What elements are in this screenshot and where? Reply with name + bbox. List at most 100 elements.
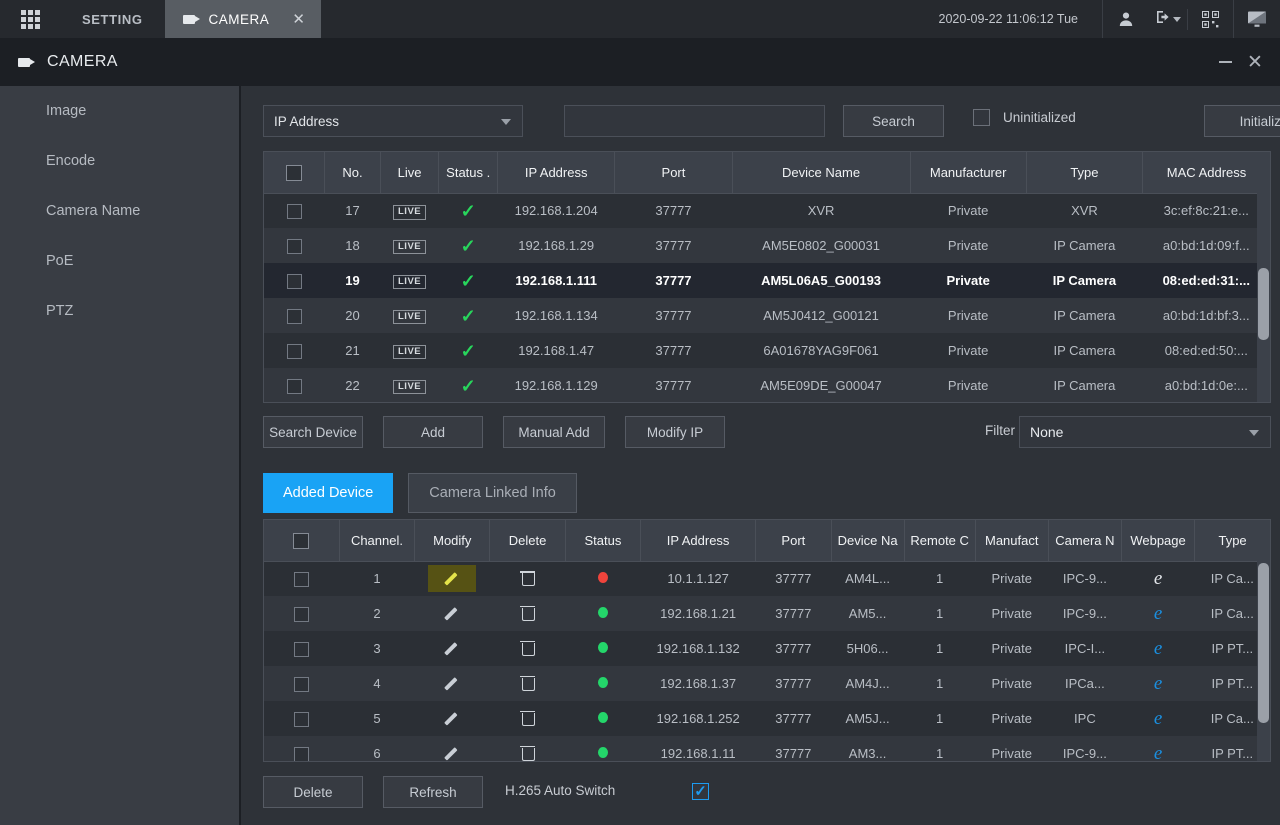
cell-delete[interactable] [489, 596, 566, 631]
cell-live[interactable]: LIVE [380, 368, 439, 402]
h265-auto-switch-checkbox[interactable] [692, 783, 709, 800]
col-no[interactable]: No. [324, 152, 381, 194]
pencil-icon[interactable] [444, 674, 460, 690]
close-window-button[interactable]: ✕ [1240, 38, 1270, 86]
trash-icon[interactable] [520, 710, 536, 726]
cell-live[interactable]: LIVE [380, 333, 439, 368]
col-modify[interactable]: Modify [414, 520, 491, 562]
user-icon[interactable] [1103, 0, 1149, 38]
cell-webpage[interactable]: e [1121, 666, 1195, 701]
uninitialized-checkbox[interactable]: Uninitialized [973, 109, 1076, 126]
row-checkbox-cell[interactable] [264, 333, 325, 368]
sidebar-item-poe[interactable]: PoE [0, 236, 239, 286]
internet-explorer-icon[interactable]: e [1154, 708, 1162, 729]
cell-modify[interactable] [414, 666, 490, 701]
col-remote-channel[interactable]: Remote C [904, 520, 976, 562]
internet-explorer-icon[interactable]: e [1154, 743, 1162, 762]
display-icon[interactable] [1234, 0, 1280, 38]
cell-delete[interactable] [489, 701, 566, 736]
device-table-scrollbar-track[interactable] [1257, 193, 1270, 402]
table-row[interactable]: 3 192.168.1.132 37777 5H06... 1 Private IPC-I.… [264, 631, 1270, 666]
row-checkbox-cell[interactable] [264, 298, 325, 333]
live-badge[interactable]: LIVE [393, 379, 427, 395]
search-mode-select[interactable]: IP Address [263, 105, 523, 137]
row-checkbox[interactable] [294, 641, 310, 657]
select-all-checkbox[interactable] [286, 164, 303, 181]
device-table-scrollbar-thumb[interactable] [1258, 268, 1269, 340]
pencil-icon[interactable] [444, 744, 460, 760]
delete-button[interactable]: Delete [263, 776, 363, 808]
col-webpage[interactable]: Webpage [1121, 520, 1196, 562]
cell-live[interactable]: LIVE [380, 263, 439, 298]
col-status[interactable]: Status . [438, 152, 499, 194]
row-checkbox-cell[interactable] [264, 631, 340, 666]
cell-modify[interactable] [414, 701, 490, 736]
row-checkbox-cell[interactable] [264, 368, 325, 402]
table-row[interactable]: 4 192.168.1.37 37777 AM4J... 1 Private IPCa...… [264, 666, 1270, 701]
minimize-button[interactable] [1210, 38, 1240, 86]
search-device-button[interactable]: Search Device [263, 416, 363, 448]
row-checkbox[interactable] [294, 711, 310, 727]
add-button[interactable]: Add [383, 416, 483, 448]
live-badge[interactable]: LIVE [393, 239, 427, 255]
live-badge[interactable]: LIVE [393, 205, 427, 220]
row-checkbox[interactable] [294, 571, 310, 587]
trash-icon[interactable] [520, 570, 536, 586]
table-row[interactable]: 1 10.1.1.127 37777 AM4L... 1 Private IPC-9... e… [264, 561, 1270, 596]
row-checkbox[interactable] [286, 308, 302, 324]
col-device-name[interactable]: Device Na [831, 520, 905, 562]
col-manufacturer[interactable]: Manufact [975, 520, 1049, 562]
filter-select[interactable]: None [1019, 416, 1271, 448]
search-button[interactable]: Search [843, 105, 944, 137]
internet-explorer-icon[interactable]: e [1154, 673, 1162, 694]
cell-modify[interactable] [414, 596, 490, 631]
row-checkbox[interactable] [286, 273, 302, 289]
col-type[interactable]: Type [1194, 520, 1270, 562]
modify-pencil-highlight[interactable] [428, 565, 477, 593]
modify-ip-button[interactable]: Modify IP [625, 416, 725, 448]
row-checkbox[interactable] [286, 238, 302, 254]
qrcode-icon[interactable] [1188, 0, 1234, 38]
sidebar-item-camera-name[interactable]: Camera Name [0, 186, 239, 236]
logout-icon[interactable] [1155, 9, 1171, 30]
close-icon[interactable]: ✕ [292, 12, 305, 27]
row-checkbox-cell[interactable] [264, 701, 340, 736]
row-checkbox[interactable] [294, 606, 310, 622]
chevron-down-icon[interactable] [1173, 16, 1181, 22]
select-all-checkbox[interactable] [293, 532, 310, 549]
sidebar-item-encode[interactable]: Encode [0, 136, 239, 186]
row-checkbox-cell[interactable] [264, 596, 340, 631]
pencil-icon[interactable] [444, 709, 460, 725]
tab-setting[interactable]: SETTING [60, 0, 165, 38]
table-row[interactable]: 21 LIVE ✓ 192.168.1.47 37777 6A01678YAG9F061 P… [264, 333, 1270, 368]
cell-webpage[interactable]: e [1121, 631, 1195, 666]
col-port[interactable]: Port [614, 152, 733, 194]
sidebar-item-image[interactable]: Image [0, 86, 239, 136]
cell-webpage[interactable]: e [1121, 736, 1195, 762]
col-manufacturer[interactable]: Manufacturer [910, 152, 1027, 194]
table-row[interactable]: 17 LIVE ✓ 192.168.1.204 37777 XVR Private XVR 3c… [264, 193, 1270, 228]
col-delete[interactable]: Delete [489, 520, 566, 562]
row-checkbox-cell[interactable] [264, 666, 340, 701]
select-all-header[interactable] [264, 520, 340, 562]
col-type[interactable]: Type [1026, 152, 1144, 194]
cell-delete[interactable] [489, 666, 566, 701]
internet-explorer-icon[interactable]: e [1154, 603, 1162, 624]
uninitialized-checkbox-box[interactable] [973, 109, 990, 126]
table-row[interactable]: 2 192.168.1.21 37777 AM5... 1 Private IPC-9...… [264, 596, 1270, 631]
tab-added-device[interactable]: Added Device [263, 473, 394, 513]
col-camera-name[interactable]: Camera N [1048, 520, 1122, 562]
internet-explorer-icon[interactable]: e [1154, 568, 1162, 589]
added-table-scrollbar-track[interactable] [1257, 561, 1270, 761]
cell-modify[interactable] [414, 561, 490, 596]
trash-icon[interactable] [520, 605, 536, 621]
col-status[interactable]: Status [565, 520, 642, 562]
sidebar-item-ptz[interactable]: PTZ [0, 286, 239, 336]
col-channel[interactable]: Channel. [339, 520, 416, 562]
row-checkbox[interactable] [294, 746, 310, 761]
table-row[interactable]: 18 LIVE ✓ 192.168.1.29 37777 AM5E0802_G00031 P… [264, 228, 1270, 263]
logout-group[interactable] [1149, 8, 1188, 30]
trash-icon[interactable] [520, 745, 536, 761]
col-port[interactable]: Port [755, 520, 832, 562]
table-row[interactable]: 19 LIVE ✓ 192.168.1.111 37777 AM5L06A5_G00193… [264, 263, 1270, 298]
